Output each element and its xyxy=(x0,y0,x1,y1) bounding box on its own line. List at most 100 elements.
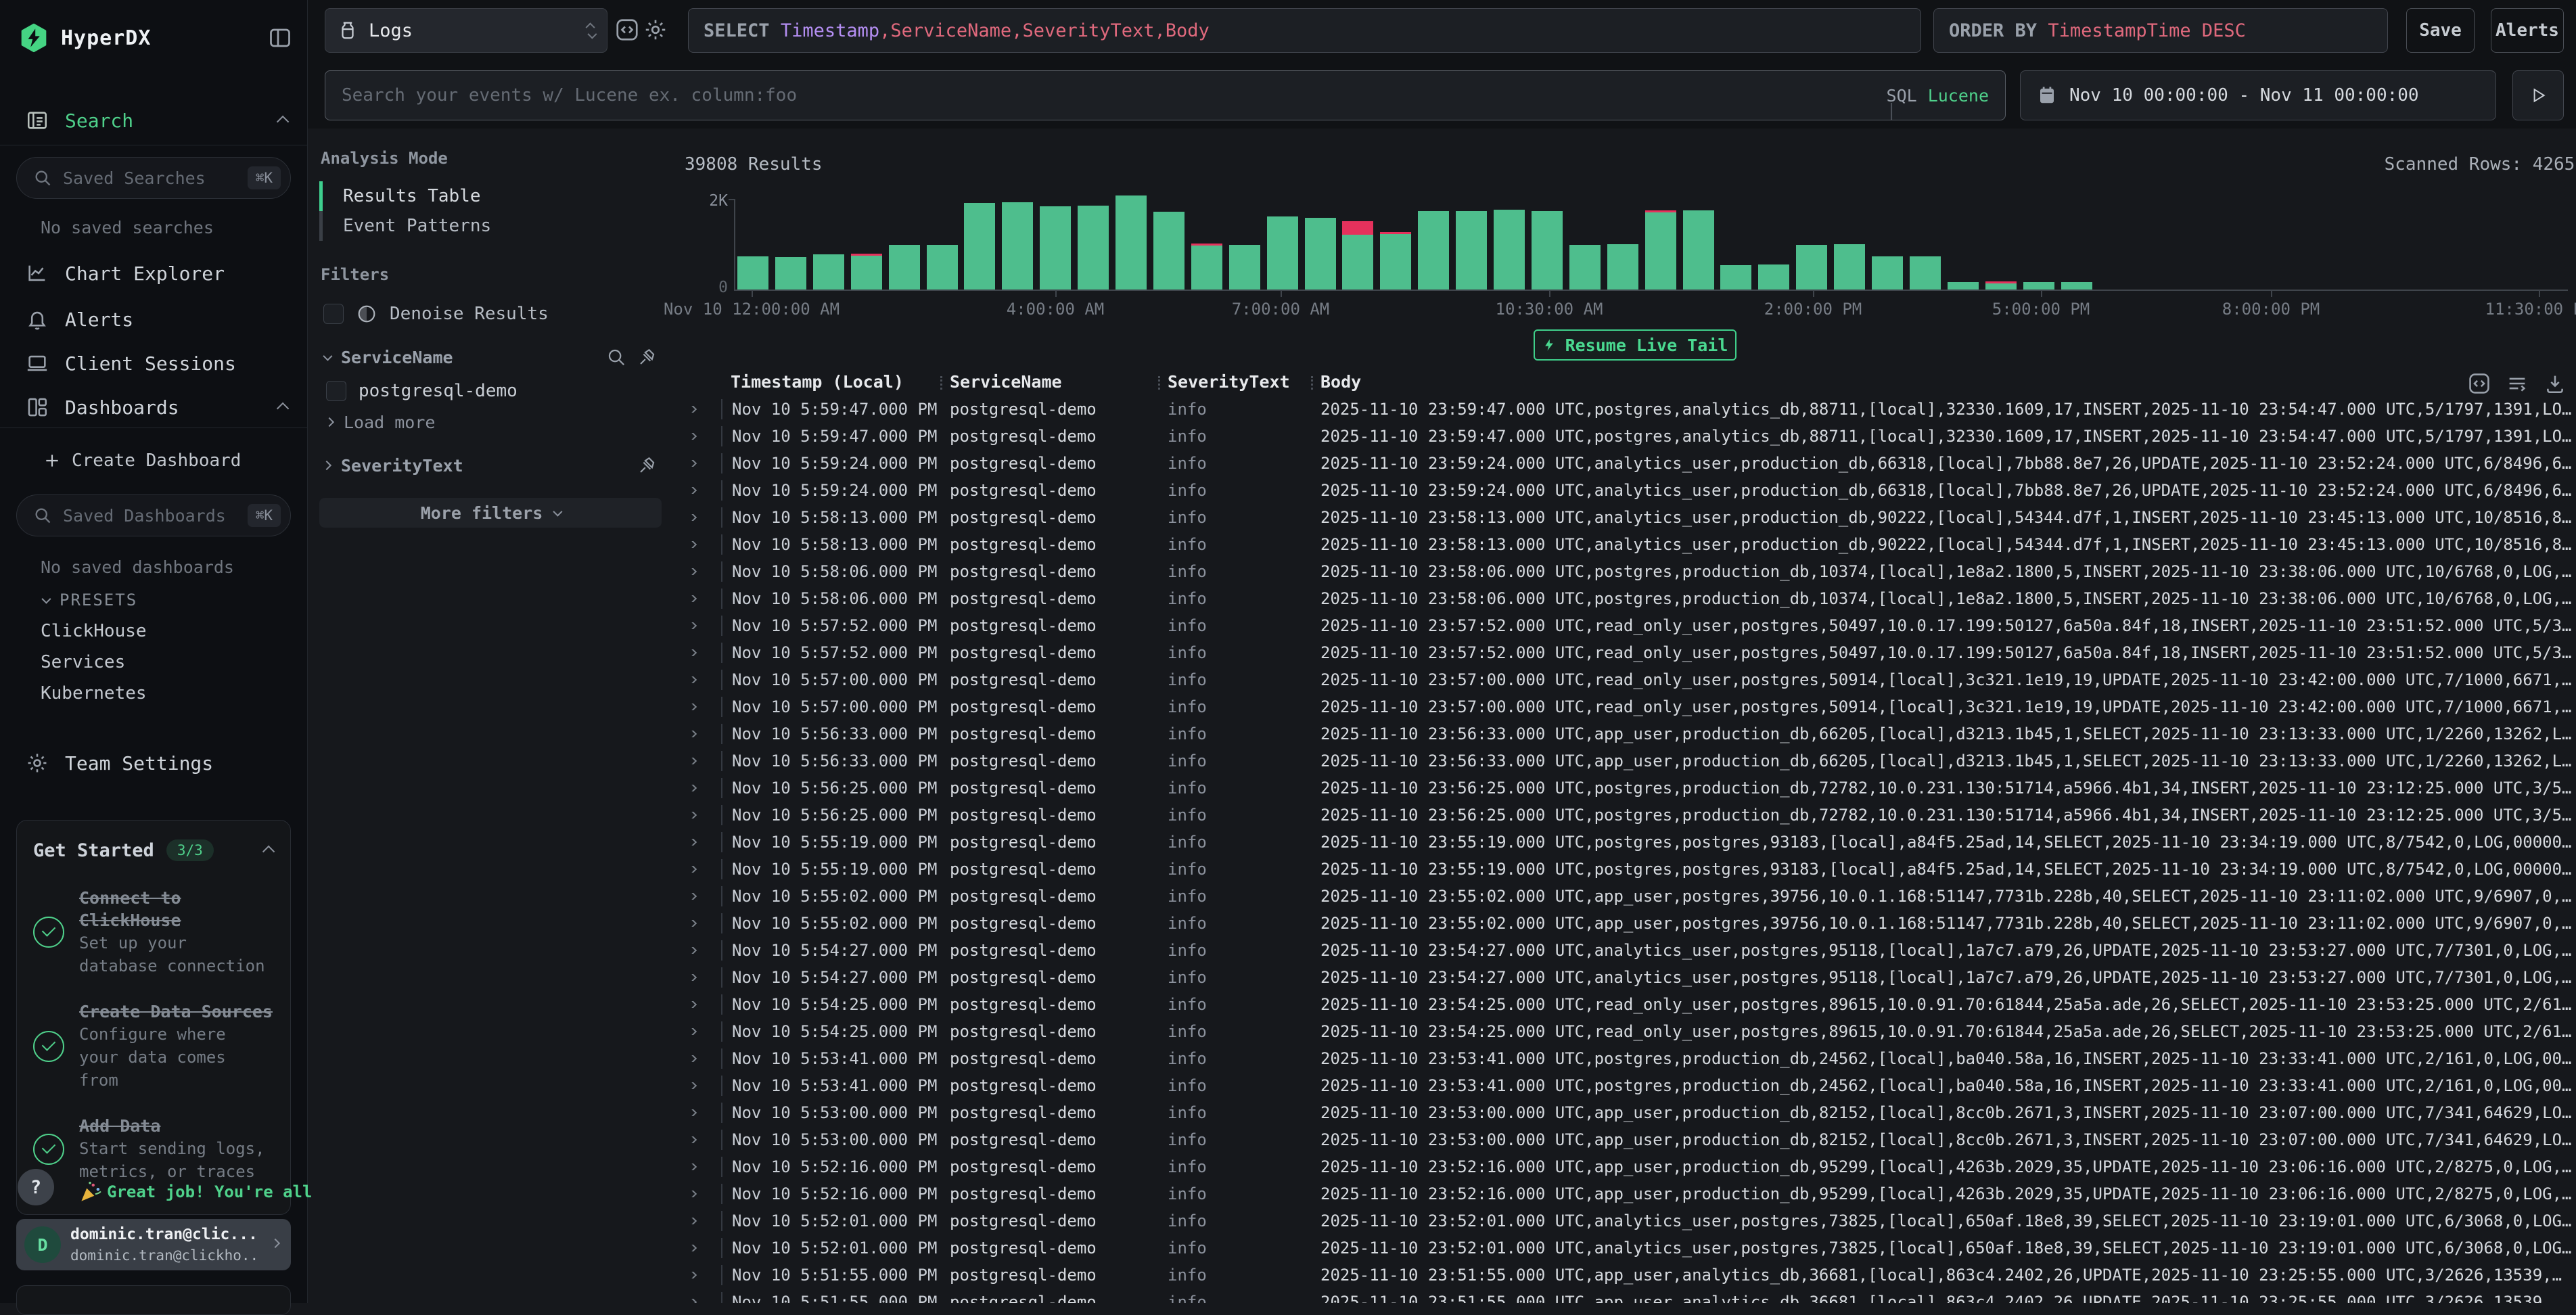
histogram-bar[interactable] xyxy=(1834,244,1865,290)
row-expand-icon[interactable] xyxy=(683,1245,721,1251)
histogram-bar[interactable] xyxy=(1607,244,1638,290)
select-columns-input[interactable]: SELECT Timestamp ,ServiceName,SeverityTe… xyxy=(688,8,1921,53)
table-row[interactable]: Nov 10 5:54:25.000 PMpostgresql-demoinfo… xyxy=(683,1018,2576,1045)
table-row[interactable]: Nov 10 5:55:19.000 PMpostgresql-demoinfo… xyxy=(683,856,2576,883)
row-expand-icon[interactable] xyxy=(683,433,721,440)
table-row[interactable]: Nov 10 5:52:16.000 PMpostgresql-demoinfo… xyxy=(683,1153,2576,1180)
histogram-bar[interactable] xyxy=(1872,256,1903,290)
row-expand-icon[interactable] xyxy=(683,568,721,575)
histogram-bar[interactable] xyxy=(889,245,920,290)
run-query-button[interactable] xyxy=(2512,70,2564,120)
code-icon[interactable] xyxy=(2468,372,2491,395)
table-row[interactable]: Nov 10 5:57:00.000 PMpostgresql-demoinfo… xyxy=(683,693,2576,720)
sidebar-item-dashboards[interactable]: Dashboards xyxy=(0,386,307,429)
histogram-bar[interactable] xyxy=(851,254,882,290)
histogram-bar[interactable] xyxy=(775,257,806,290)
table-row[interactable]: Nov 10 5:55:02.000 PMpostgresql-demoinfo… xyxy=(683,910,2576,937)
get-started-item[interactable]: Create Data Sources Configure where your… xyxy=(33,1000,274,1092)
histogram-plot[interactable] xyxy=(676,189,2576,290)
row-expand-icon[interactable] xyxy=(683,1082,721,1089)
histogram-bar[interactable] xyxy=(1229,245,1260,290)
pin-icon[interactable] xyxy=(637,347,658,367)
row-expand-icon[interactable] xyxy=(683,1218,721,1224)
row-expand-icon[interactable] xyxy=(683,893,721,900)
histogram-bar[interactable] xyxy=(1645,210,1676,290)
sidebar-item-search[interactable]: Search xyxy=(0,99,307,142)
table-row[interactable]: Nov 10 5:57:52.000 PMpostgresql-demoinfo… xyxy=(683,639,2576,666)
histogram-bar[interactable] xyxy=(1418,211,1449,290)
row-expand-icon[interactable] xyxy=(683,839,721,846)
preset-clickhouse[interactable]: ClickHouse xyxy=(41,616,294,647)
row-expand-icon[interactable] xyxy=(683,1136,721,1143)
row-expand-icon[interactable] xyxy=(683,541,721,548)
table-row[interactable]: Nov 10 5:53:41.000 PMpostgresql-demoinfo… xyxy=(683,1072,2576,1099)
row-expand-icon[interactable] xyxy=(683,1299,721,1303)
histogram-bar[interactable] xyxy=(1948,282,1979,290)
table-row[interactable]: Nov 10 5:52:01.000 PMpostgresql-demoinfo… xyxy=(683,1207,2576,1235)
row-expand-icon[interactable] xyxy=(683,460,721,467)
histogram-bar[interactable] xyxy=(1191,244,1222,290)
histogram-bar[interactable] xyxy=(1494,210,1525,290)
get-started-item[interactable]: Add Data Start sending logs, metrics, or… xyxy=(33,1115,274,1183)
histogram-bar[interactable] xyxy=(1910,256,1941,290)
sidebar-item-client-sessions[interactable]: Client Sessions xyxy=(0,342,307,385)
table-row[interactable]: Nov 10 5:58:13.000 PMpostgresql-demoinfo… xyxy=(683,531,2576,558)
histogram-bar[interactable] xyxy=(1532,211,1563,290)
row-expand-icon[interactable] xyxy=(683,514,721,521)
search-input[interactable]: Search your events w/ Lucene ex. column:… xyxy=(325,70,2006,120)
histogram-bar[interactable] xyxy=(927,245,958,290)
load-more[interactable]: Load more xyxy=(319,407,662,437)
row-expand-icon[interactable] xyxy=(683,676,721,683)
table-row[interactable]: Nov 10 5:54:27.000 PMpostgresql-demoinfo… xyxy=(683,964,2576,991)
table-row[interactable]: Nov 10 5:59:24.000 PMpostgresql-demoinfo… xyxy=(683,450,2576,477)
preset-kubernetes[interactable]: Kubernetes xyxy=(41,678,294,709)
row-expand-icon[interactable] xyxy=(683,487,721,494)
sidebar-item-chart-explorer[interactable]: Chart Explorer xyxy=(0,252,307,295)
saved-searches-input[interactable]: Saved Searches ⌘K xyxy=(16,157,291,199)
histogram-bar[interactable] xyxy=(1078,206,1109,290)
histogram-bar[interactable] xyxy=(1720,265,1751,290)
histogram-bar[interactable] xyxy=(1153,212,1184,290)
events-histogram[interactable]: 2K 0 Nov 10 12:00:00 AM4:00:00 AM7:00:00… xyxy=(676,189,2576,325)
mode-event-patterns[interactable]: Event Patterns xyxy=(319,211,662,241)
sidebar-item-team-settings[interactable]: Team Settings xyxy=(0,741,307,785)
table-row[interactable]: Nov 10 5:52:01.000 PMpostgresql-demoinfo… xyxy=(683,1235,2576,1262)
pin-icon[interactable] xyxy=(637,455,658,476)
table-row[interactable]: Nov 10 5:55:19.000 PMpostgresql-demoinfo… xyxy=(683,829,2576,856)
date-range-picker[interactable]: Nov 10 00:00:00 - Nov 11 00:00:00 xyxy=(2020,70,2496,120)
histogram-bar[interactable] xyxy=(1267,216,1298,290)
histogram-bar[interactable] xyxy=(1002,202,1033,290)
histogram-bar[interactable] xyxy=(2061,282,2092,290)
row-expand-icon[interactable] xyxy=(683,947,721,954)
histogram-bar[interactable] xyxy=(1985,281,2017,290)
preset-services[interactable]: Services xyxy=(41,647,294,678)
presets-toggle[interactable]: PRESETS xyxy=(42,584,294,616)
row-expand-icon[interactable] xyxy=(683,731,721,737)
row-expand-icon[interactable] xyxy=(683,406,721,413)
table-row[interactable]: Nov 10 5:56:25.000 PMpostgresql-demoinfo… xyxy=(683,775,2576,802)
table-row[interactable]: Nov 10 5:59:47.000 PMpostgresql-demoinfo… xyxy=(683,396,2576,423)
alerts-button[interactable]: Alerts xyxy=(2491,8,2564,53)
row-expand-icon[interactable] xyxy=(683,1109,721,1116)
table-row[interactable]: Nov 10 5:56:33.000 PMpostgresql-demoinfo… xyxy=(683,747,2576,775)
order-by-input[interactable]: ORDER BY TimestampTime DESC xyxy=(1933,8,2388,53)
row-expand-icon[interactable] xyxy=(683,812,721,818)
code-view-button[interactable] xyxy=(612,15,642,45)
saved-dashboards-input[interactable]: Saved Dashboards ⌘K xyxy=(16,494,291,536)
row-expand-icon[interactable] xyxy=(683,649,721,656)
table-row[interactable]: Nov 10 5:53:00.000 PMpostgresql-demoinfo… xyxy=(683,1099,2576,1126)
histogram-bar[interactable] xyxy=(737,256,768,290)
histogram-bar[interactable] xyxy=(1683,210,1714,290)
help-button[interactable]: ? xyxy=(18,1169,54,1205)
filter-group-servicename[interactable]: ServiceName xyxy=(319,340,662,375)
get-started-item[interactable]: Connect to ClickHouse Set up your databa… xyxy=(33,887,274,977)
row-expand-icon[interactable] xyxy=(683,866,721,873)
table-row[interactable]: Nov 10 5:58:13.000 PMpostgresql-demoinfo… xyxy=(683,504,2576,531)
row-expand-icon[interactable] xyxy=(683,1163,721,1170)
table-row[interactable]: Nov 10 5:56:33.000 PMpostgresql-demoinfo… xyxy=(683,720,2576,747)
wrap-lines-icon[interactable] xyxy=(2506,372,2529,395)
mode-results-table[interactable]: Results Table xyxy=(319,181,662,211)
table-row[interactable]: Nov 10 5:59:24.000 PMpostgresql-demoinfo… xyxy=(683,477,2576,504)
create-dashboard-button[interactable]: Create Dashboard xyxy=(43,445,294,476)
column-header-body[interactable]: Body xyxy=(1311,372,2576,392)
